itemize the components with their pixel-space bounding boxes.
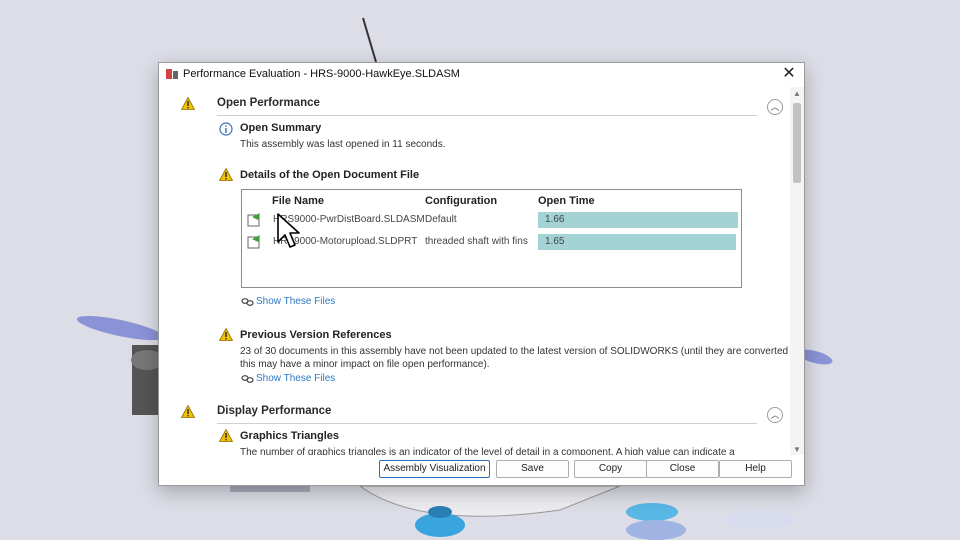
part-file-icon [247,235,260,249]
details-title: Details of the Open Document File [240,169,420,181]
button-bar: Assembly Visualization Save Copy Close H… [159,453,804,485]
configuration: Default [425,214,457,225]
warning-icon [219,168,233,181]
help-button[interactable]: Help [719,460,792,478]
window-title: Performance Evaluation - HRS-9000-HawkEy… [183,68,460,80]
solidworks-app-icon [166,69,178,79]
report-content[interactable]: Open Performance ︿ Open Summary This ass… [159,87,790,455]
column-header-file-name: File Name [272,195,324,207]
close-button[interactable]: Close [646,460,719,478]
mouse-cursor-icon [277,213,300,248]
warning-icon [219,328,233,341]
table-row[interactable]: HRS9000-PwrDistBoard.SLDASM Default 1.66 [242,210,741,230]
open-summary-title: Open Summary [240,122,322,134]
collapse-display-performance-button[interactable]: ︿ [767,407,783,423]
close-icon[interactable]: ✕ [780,65,798,83]
previous-versions-text-line1: 23 of 30 documents in this assembly have… [240,346,789,357]
save-button[interactable]: Save [496,460,569,478]
previous-versions-title: Previous Version References [240,329,392,341]
assembly-file-icon [247,213,260,227]
link-icon [241,297,254,306]
vertical-scrollbar[interactable]: ▲ ▼ [790,87,804,455]
link-icon [241,374,254,383]
show-these-files-label[interactable]: Show These Files [256,373,335,384]
column-header-configuration: Configuration [425,195,498,207]
configuration: threaded shaft with fins [425,236,528,247]
open-time-bar: 1.65 [538,234,736,250]
scroll-up-icon[interactable]: ▲ [792,89,802,99]
warning-icon [219,429,233,442]
performance-evaluation-dialog: Performance Evaluation - HRS-9000-HawkEy… [158,62,805,486]
title-bar: Performance Evaluation - HRS-9000-HawkEy… [159,63,804,85]
show-these-files-link[interactable]: Show These Files [241,296,335,307]
warning-icon [181,97,195,110]
assembly-visualization-button[interactable]: Assembly Visualization [379,460,490,478]
warning-icon [181,405,195,418]
previous-versions-text-line2: this may have a minor impact on file ope… [240,359,490,370]
graphics-triangles-title: Graphics Triangles [240,430,340,442]
scroll-thumb[interactable] [793,103,801,183]
section-divider [217,115,757,116]
show-these-files-label[interactable]: Show These Files [256,296,335,307]
table-row[interactable]: HRS9000-Motorupload.SLDPRT threaded shaf… [242,232,741,252]
section-title-display-performance: Display Performance [217,405,332,417]
section-divider [217,423,757,424]
column-header-open-time: Open Time [538,195,595,207]
open-summary-text: This assembly was last opened in 11 seco… [240,139,446,150]
show-these-files-link[interactable]: Show These Files [241,373,335,384]
open-time-bar: 1.66 [538,212,738,228]
info-icon [219,122,233,136]
collapse-open-performance-button[interactable]: ︿ [767,99,783,115]
copy-button[interactable]: Copy [574,460,647,478]
open-files-table: File Name Configuration Open Time HRS900… [241,189,742,288]
section-title-open-performance: Open Performance [217,97,320,109]
